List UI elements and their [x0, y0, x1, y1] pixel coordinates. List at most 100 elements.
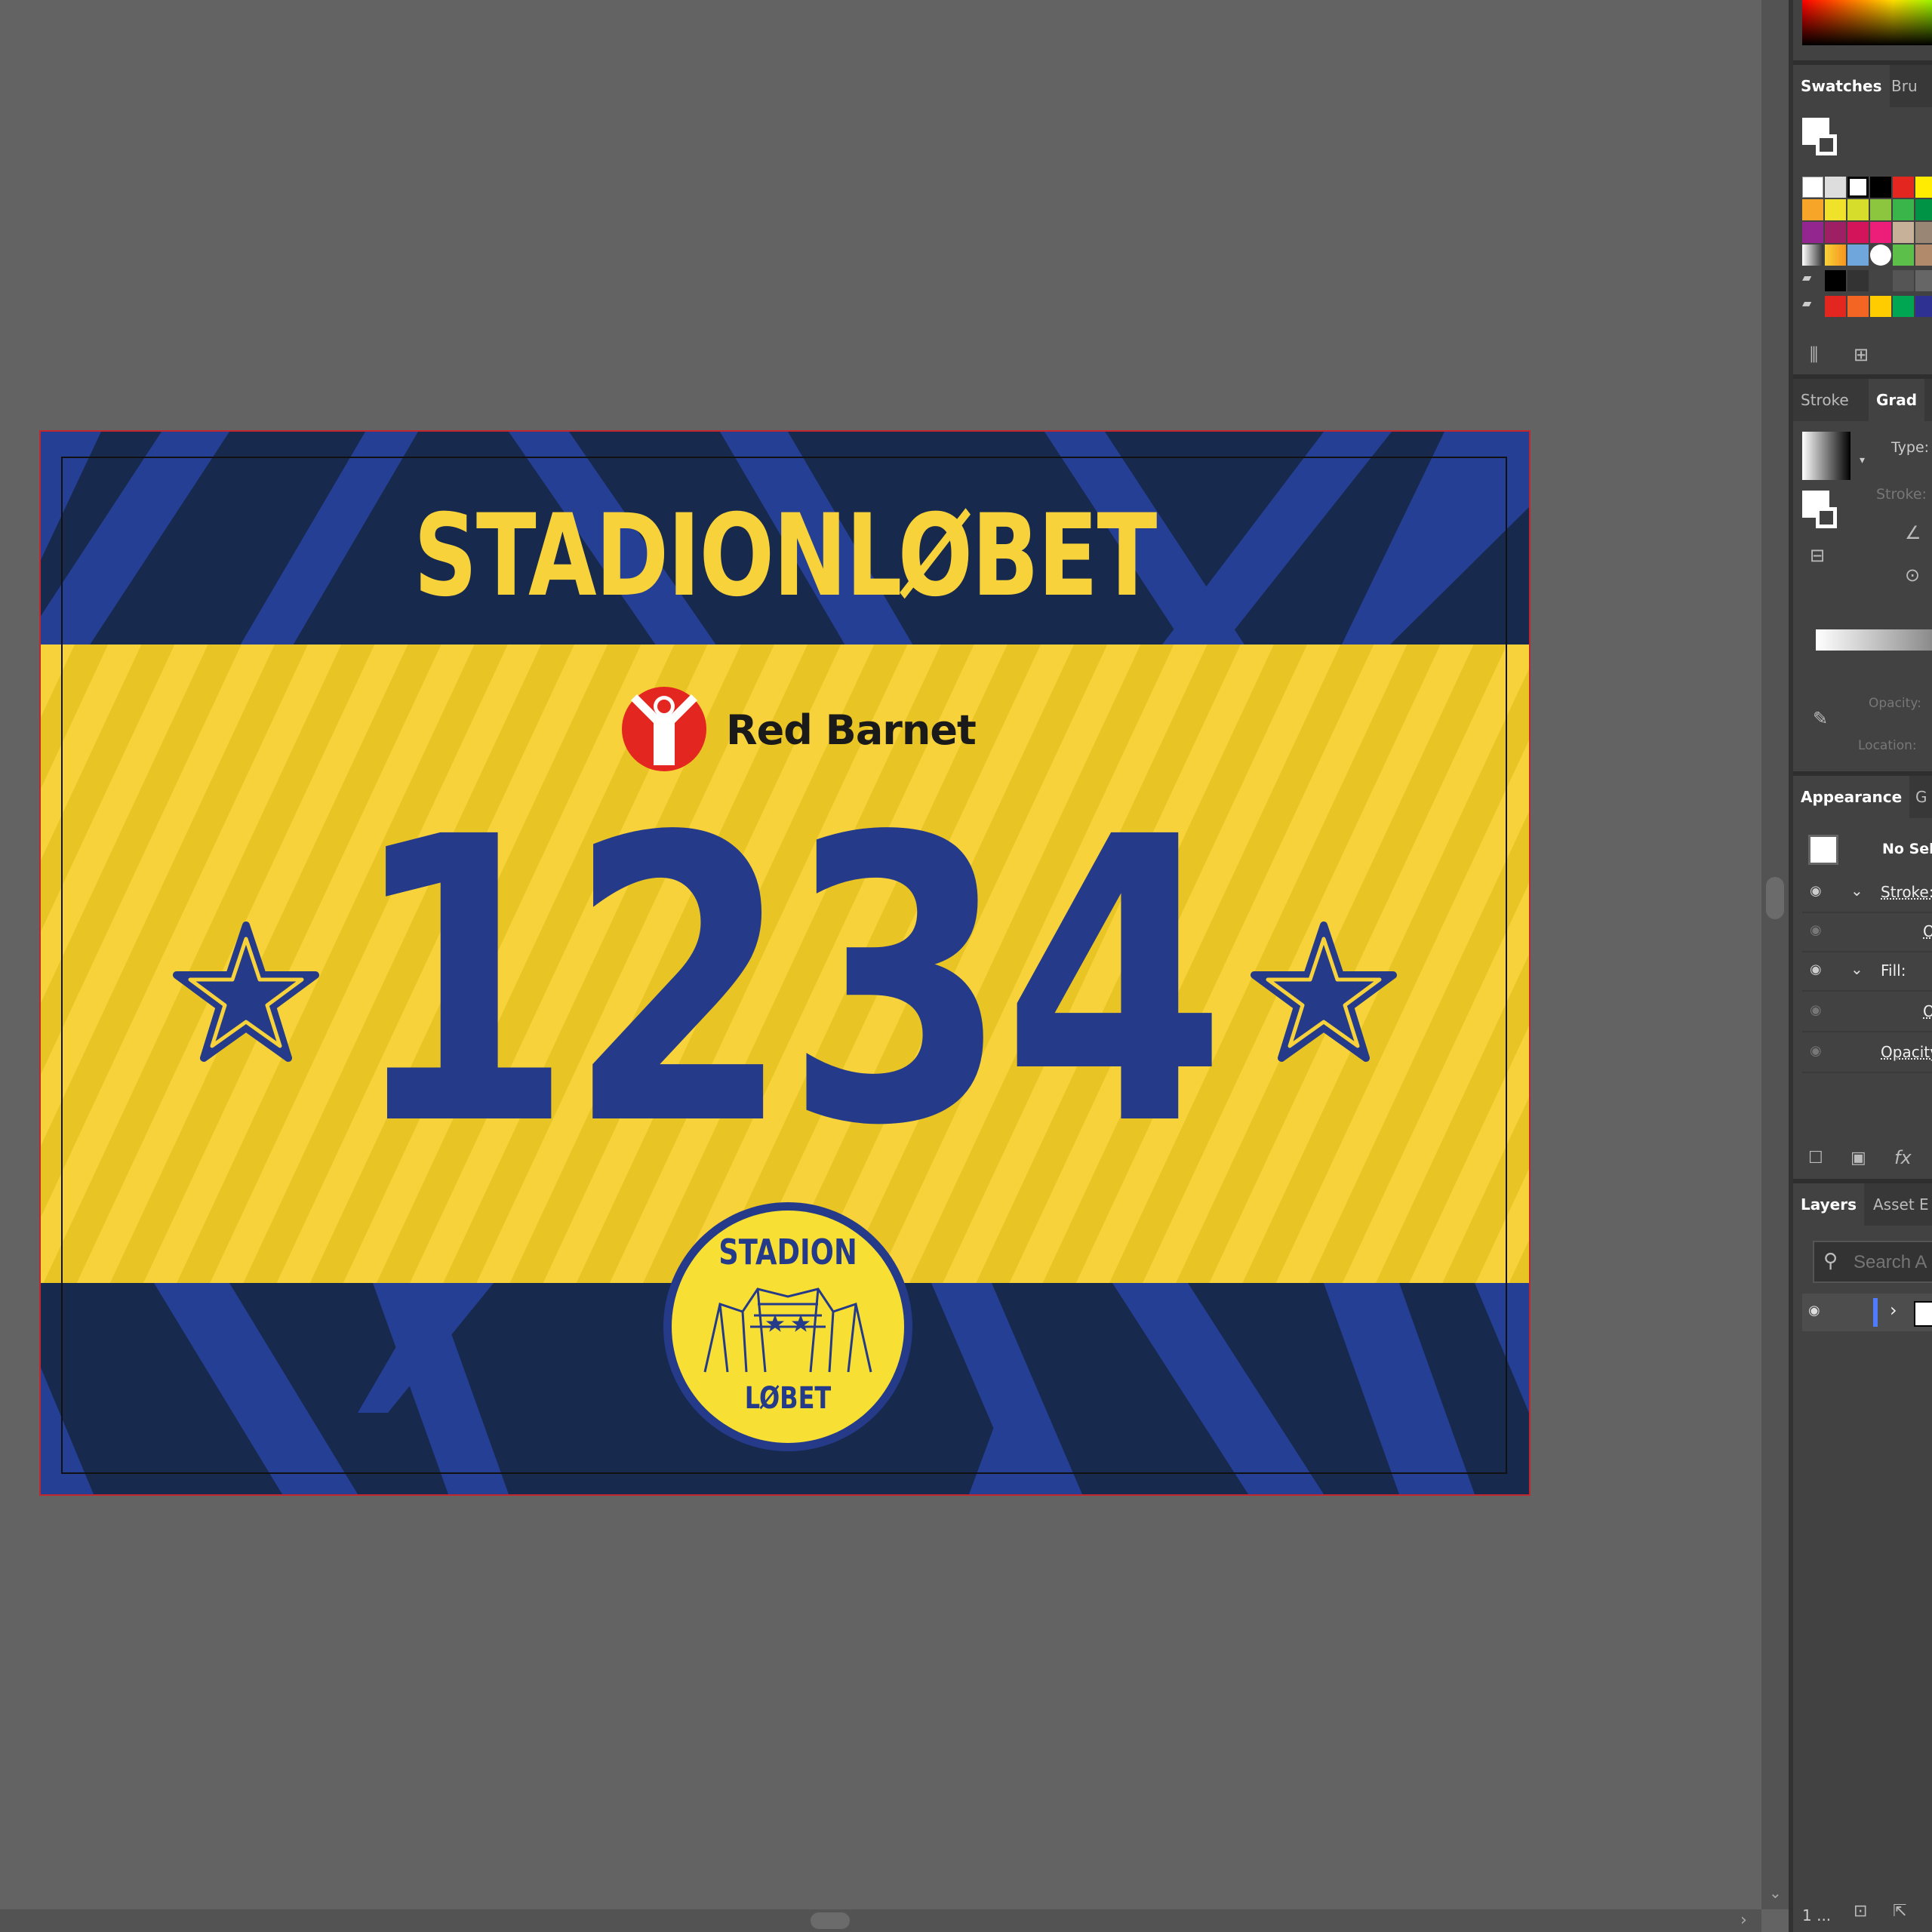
swatch-bright-blue[interactable] — [1915, 296, 1932, 317]
swatch-none[interactable] — [1802, 177, 1823, 198]
eye-icon[interactable]: ◉ — [1810, 922, 1822, 938]
chevron-right-icon[interactable]: › — [1890, 1300, 1897, 1321]
appearance-thumbnail — [1808, 835, 1838, 865]
swatch-pattern-dots[interactable] — [1870, 245, 1891, 266]
color-panel — [1793, 0, 1932, 60]
gradient-editor-icon[interactable]: ⊟ — [1810, 545, 1825, 566]
bib-number: 1234 — [349, 754, 1226, 1211]
swatch-gray-3[interactable] — [1870, 270, 1891, 291]
tab-brushes[interactable]: Bru — [1884, 65, 1925, 107]
swatch-bright-orange[interactable] — [1847, 296, 1869, 317]
scroll-down-arrow-icon[interactable]: ⌄ — [1769, 1884, 1782, 1902]
vertical-scrollbar[interactable]: ⌄ — [1761, 0, 1789, 1909]
swatch-pattern-leaf[interactable] — [1893, 245, 1914, 266]
scroll-right-arrow-icon[interactable]: › — [1740, 1911, 1747, 1930]
add-new-effect-icon[interactable]: fx — [1894, 1147, 1912, 1168]
appearance-row-stroke[interactable]: ◉ ⌄ Stroke: — [1802, 874, 1932, 913]
appearance-tabs: Appearance G — [1793, 776, 1932, 818]
chevron-down-icon[interactable]: ⌄ — [1850, 881, 1863, 900]
swatch-magenta[interactable] — [1847, 222, 1869, 243]
tab-appearance[interactable]: Appearance — [1793, 776, 1910, 818]
swatch-gradient-gray[interactable] — [1802, 245, 1823, 266]
badge-bottom-text: LØBET — [744, 1381, 832, 1416]
folder-icon[interactable]: ▰ — [1802, 296, 1823, 317]
gradient-slider[interactable] — [1816, 629, 1932, 651]
swatch-plum[interactable] — [1825, 222, 1846, 243]
layers-search-input[interactable] — [1852, 1250, 1932, 1275]
swatch-gray-5[interactable] — [1915, 270, 1932, 291]
eyedropper-icon[interactable]: ✎ — [1813, 708, 1828, 729]
eye-icon[interactable]: ◉ — [1810, 883, 1822, 899]
swatch-white[interactable] — [1847, 177, 1869, 198]
swatch-pink[interactable] — [1870, 222, 1891, 243]
eye-icon[interactable]: ◉ — [1810, 961, 1822, 977]
swatch-dark-green[interactable] — [1915, 199, 1932, 220]
swatch-bright-green[interactable] — [1893, 296, 1914, 317]
horizontal-scroll-thumb[interactable] — [811, 1912, 850, 1929]
add-new-fill-icon[interactable]: ▣ — [1850, 1149, 1866, 1168]
appearance-row-opacity[interactable]: ◉ Opacity — [1802, 1034, 1932, 1073]
horizontal-scrollbar[interactable]: › — [0, 1909, 1761, 1932]
folder-icon[interactable]: ▰ — [1802, 270, 1823, 291]
show-swatch-kinds-icon[interactable]: ⊞ — [1854, 344, 1869, 365]
tab-swatches[interactable]: Swatches — [1793, 65, 1890, 107]
swatch-purple[interactable] — [1802, 222, 1823, 243]
eye-icon[interactable]: ◉ — [1810, 1043, 1822, 1059]
swatch-gray-1[interactable] — [1825, 270, 1846, 291]
swatch-bright-red[interactable] — [1825, 296, 1846, 317]
layer-row[interactable]: ◉ › — [1802, 1294, 1932, 1331]
tab-asset-export[interactable]: Asset E — [1866, 1183, 1932, 1226]
swatch-registration[interactable] — [1825, 177, 1846, 198]
gradient-preview[interactable] — [1802, 432, 1850, 480]
swatch-pattern-texture[interactable] — [1915, 245, 1932, 266]
layer-thumbnail — [1914, 1301, 1932, 1327]
appearance-row-fill[interactable]: ◉ ⌄ Fill: — [1802, 952, 1932, 992]
tab-layers[interactable]: Layers — [1793, 1183, 1864, 1226]
angle-icon[interactable]: ∠ — [1905, 522, 1921, 543]
tab-gradient[interactable]: Grad — [1869, 379, 1925, 421]
swatch-brown[interactable] — [1915, 222, 1932, 243]
canvas-workspace[interactable]: STADIONLØBET Red Barnet 1234 STADION LØB… — [0, 0, 1761, 1909]
swatch-gray-2[interactable] — [1847, 270, 1869, 291]
swatch-libraries-icon[interactable]: ⫼ — [1810, 344, 1818, 365]
badge-top-text: STADION — [718, 1232, 857, 1272]
swatch-tan[interactable] — [1893, 222, 1914, 243]
appearance-row-label[interactable]: O — [1923, 1002, 1932, 1020]
layer-count-status: 1 ... — [1802, 1906, 1832, 1924]
appearance-row-label[interactable]: O — [1923, 922, 1932, 940]
eye-icon[interactable]: ◉ — [1810, 1002, 1822, 1018]
swatch-gradient-orange[interactable] — [1825, 245, 1846, 266]
eye-icon[interactable]: ◉ — [1808, 1303, 1820, 1318]
stroke-swatch[interactable] — [1816, 134, 1837, 155]
swatch-bright-yellow[interactable] — [1870, 296, 1891, 317]
collect-for-export-icon[interactable]: ⊡ — [1854, 1902, 1867, 1921]
vertical-scroll-thumb[interactable] — [1766, 877, 1784, 919]
aspect-ratio-icon[interactable]: ⊙ — [1905, 565, 1920, 586]
gradient-stroke-swatch[interactable] — [1816, 507, 1837, 528]
swatch-red[interactable] — [1893, 177, 1914, 198]
appearance-row-label[interactable]: Stroke: — [1881, 883, 1932, 901]
appearance-row-label[interactable]: Fill: — [1881, 961, 1906, 980]
layers-search[interactable]: ⚲ — [1813, 1241, 1932, 1283]
export-icon[interactable]: ⇱ — [1893, 1902, 1906, 1921]
appearance-panel: Appearance G No Sel ◉ ⌄ Stroke: ◉ O ◉ ⌄ … — [1793, 776, 1932, 1179]
gradient-panel: Stroke Grad ▾ Type: Stroke: ⊟ ∠ ⊙ ✎ Opac… — [1793, 379, 1932, 771]
artboard[interactable]: STADIONLØBET Red Barnet 1234 STADION LØB… — [39, 430, 1531, 1496]
chevron-down-icon[interactable]: ⌄ — [1850, 960, 1863, 978]
swatch-yellow-2[interactable] — [1825, 199, 1846, 220]
swatch-black[interactable] — [1870, 177, 1891, 198]
swatch-orange[interactable] — [1802, 199, 1823, 220]
swatch-pattern-blue[interactable] — [1847, 245, 1869, 266]
swatch-gray-4[interactable] — [1893, 270, 1914, 291]
swatch-light-green[interactable] — [1870, 199, 1891, 220]
swatch-lime[interactable] — [1847, 199, 1869, 220]
swatch-green[interactable] — [1893, 199, 1914, 220]
swatch-yellow[interactable] — [1915, 177, 1932, 198]
gradient-dropdown-icon[interactable]: ▾ — [1860, 454, 1865, 466]
tab-stroke[interactable]: Stroke — [1793, 379, 1857, 421]
appearance-row-fill-opacity[interactable]: ◉ O — [1802, 993, 1932, 1032]
appearance-row-stroke-opacity[interactable]: ◉ O — [1802, 913, 1932, 952]
tab-graphic-styles[interactable]: G — [1908, 776, 1932, 818]
appearance-row-label[interactable]: Opacity — [1881, 1043, 1932, 1061]
add-new-stroke-icon[interactable]: ☐ — [1808, 1149, 1823, 1168]
